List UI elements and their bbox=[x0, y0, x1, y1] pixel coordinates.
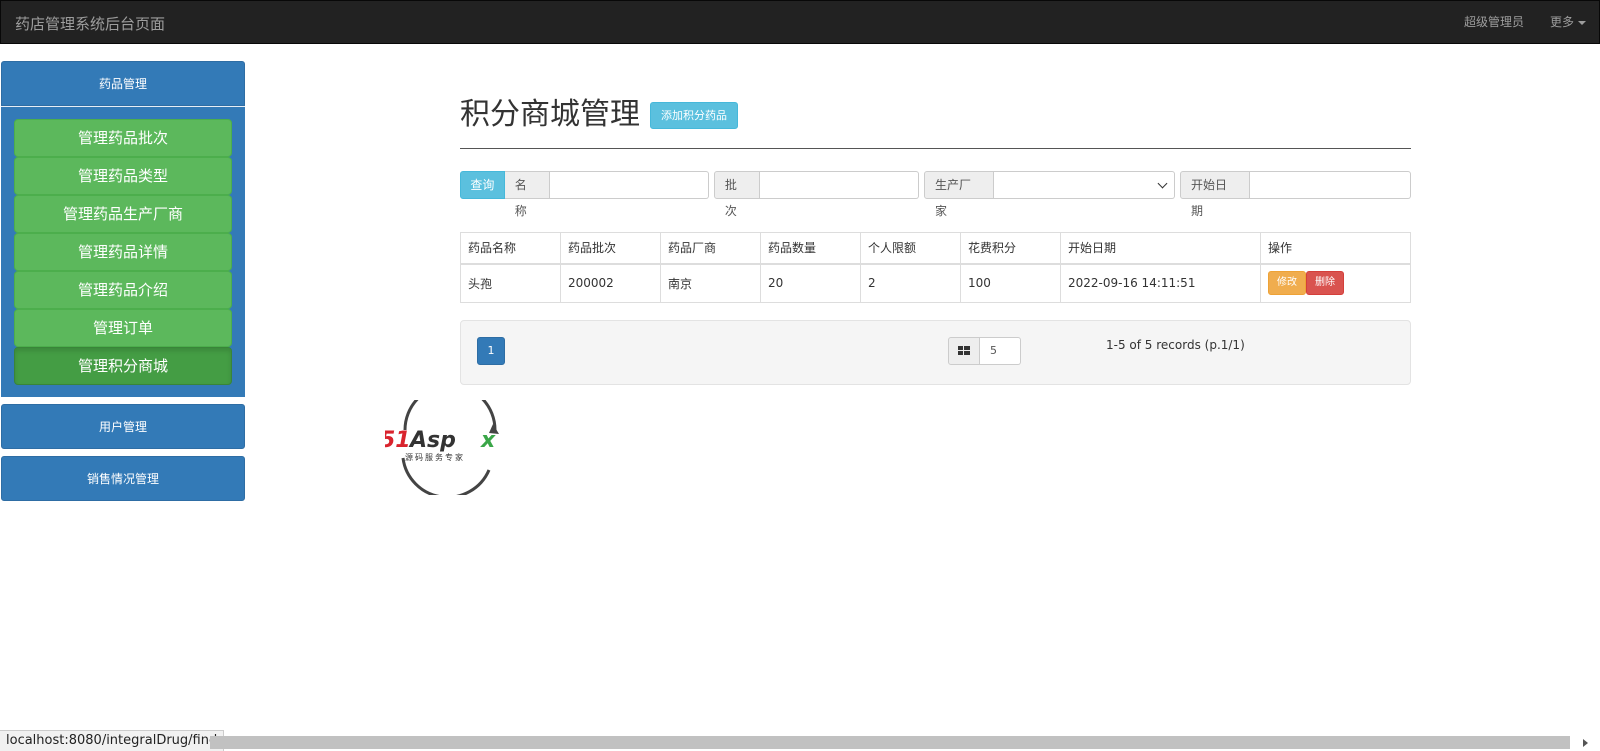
name-input[interactable] bbox=[549, 171, 709, 199]
col-drug-name: 药品名称 bbox=[460, 232, 561, 265]
caret-down-icon bbox=[1578, 20, 1586, 25]
svg-text:Asp: Asp bbox=[408, 428, 456, 453]
page-size-group: 5 bbox=[948, 337, 1021, 365]
user-management-header[interactable]: 用户管理 bbox=[1, 404, 245, 449]
app-brand[interactable]: 药店管理系统后台页面 bbox=[15, 13, 165, 34]
drug-management-panel: 药品管理 管理药品批次 管理药品类型 管理药品生产厂商 管理药品详情 管理药品介… bbox=[1, 61, 245, 397]
title-divider bbox=[460, 148, 1411, 149]
query-button[interactable]: 查询 bbox=[460, 171, 505, 199]
scroll-right-icon[interactable] bbox=[1583, 739, 1588, 747]
page-size-input[interactable]: 5 bbox=[980, 337, 1021, 365]
pagination-bar: 1 5 1-5 of 5 records (p.1/1) bbox=[460, 320, 1411, 385]
col-actions: 操作 bbox=[1260, 232, 1411, 265]
sidebar: 药品管理 管理药品批次 管理药品类型 管理药品生产厂商 管理药品详情 管理药品介… bbox=[1, 61, 245, 501]
navbar-right: 超级管理员 更多 bbox=[1451, 1, 1599, 43]
more-label: 更多 bbox=[1549, 15, 1574, 29]
add-points-drug-button[interactable]: 添加积分药品 bbox=[650, 102, 738, 129]
cell-drug-manufacturer: 南京 bbox=[660, 263, 761, 303]
page-1-button[interactable]: 1 bbox=[477, 337, 505, 365]
sidebar-item-drug-detail[interactable]: 管理药品详情 bbox=[14, 233, 232, 271]
manufacturer-label: 生产厂家 bbox=[924, 171, 994, 218]
sidebar-item-orders[interactable]: 管理订单 bbox=[14, 309, 232, 347]
svg-text:源码服务专家: 源码服务专家 bbox=[405, 452, 465, 462]
cell-personal-limit: 2 bbox=[860, 263, 961, 303]
sidebar-item-drug-type[interactable]: 管理药品类型 bbox=[14, 157, 232, 195]
table-header-row: 药品名称 药品批次 药品厂商 药品数量 个人限额 花费积分 开始日期 操作 bbox=[460, 232, 1411, 265]
start-date-label: 开始日期 bbox=[1179, 171, 1250, 218]
cell-actions: 修改 删除 bbox=[1260, 263, 1411, 303]
points-mall-table: 药品名称 药品批次 药品厂商 药品数量 个人限额 花费积分 开始日期 操作 头孢… bbox=[460, 232, 1411, 303]
sidebar-item-drug-batch[interactable]: 管理药品批次 bbox=[14, 119, 232, 157]
main-content: 积分商城管理 添加积分药品 查询 名称 批次 生产厂家 开始日期 药品名称 药品… bbox=[460, 70, 1411, 385]
cell-drug-quantity: 20 bbox=[760, 263, 861, 303]
horizontal-scrollbar[interactable] bbox=[210, 736, 1570, 749]
drug-management-header[interactable]: 药品管理 bbox=[1, 61, 245, 106]
svg-text:x: x bbox=[480, 428, 496, 453]
more-dropdown[interactable]: 更多 bbox=[1537, 1, 1599, 43]
svg-text:51: 51 bbox=[385, 428, 411, 453]
page-title: 积分商城管理 bbox=[460, 97, 640, 132]
drug-management-menu: 管理药品批次 管理药品类型 管理药品生产厂商 管理药品详情 管理药品介绍 管理订… bbox=[1, 106, 245, 397]
list-icon bbox=[948, 337, 980, 365]
admin-link[interactable]: 超级管理员 bbox=[1451, 1, 1537, 43]
col-drug-batch: 药品批次 bbox=[560, 232, 661, 265]
batch-input[interactable] bbox=[759, 171, 920, 199]
col-personal-limit: 个人限额 bbox=[860, 232, 961, 265]
name-label: 名称 bbox=[504, 171, 550, 218]
cell-drug-name: 头孢 bbox=[460, 263, 561, 303]
col-start-date: 开始日期 bbox=[1060, 232, 1261, 265]
manufacturer-select[interactable] bbox=[993, 171, 1175, 199]
delete-button[interactable]: 删除 bbox=[1306, 271, 1344, 296]
user-management-panel: 用户管理 bbox=[1, 404, 245, 449]
sidebar-item-drug-intro[interactable]: 管理药品介绍 bbox=[14, 271, 232, 309]
records-summary: 1-5 of 5 records (p.1/1) bbox=[1106, 338, 1245, 352]
search-form: 查询 名称 批次 生产厂家 开始日期 bbox=[460, 171, 1411, 218]
col-points-cost: 花费积分 bbox=[960, 232, 1061, 265]
batch-label: 批次 bbox=[713, 171, 760, 218]
sidebar-item-points-mall[interactable]: 管理积分商城 bbox=[14, 347, 232, 385]
status-bar-url: localhost:8080/integralDrug/find bbox=[0, 730, 225, 751]
top-navbar: 药店管理系统后台页面 超级管理员 更多 bbox=[0, 0, 1600, 44]
table-row: 头孢 200002 南京 20 2 100 2022-09-16 14:11:5… bbox=[460, 263, 1411, 303]
cell-drug-batch: 200002 bbox=[560, 263, 661, 303]
chevron-down-icon bbox=[1157, 178, 1168, 189]
edit-button[interactable]: 修改 bbox=[1268, 271, 1306, 296]
start-date-input[interactable] bbox=[1249, 171, 1411, 199]
sales-management-header[interactable]: 销售情况管理 bbox=[1, 456, 245, 501]
sales-management-panel: 销售情况管理 bbox=[1, 456, 245, 501]
sidebar-item-drug-manufacturer[interactable]: 管理药品生产厂商 bbox=[14, 195, 232, 233]
cell-points-cost: 100 bbox=[960, 263, 1061, 303]
watermark-logo-graphic: 51 Asp x 源码服务专家 bbox=[380, 383, 499, 499]
title-row: 积分商城管理 添加积分药品 bbox=[460, 70, 1411, 130]
col-drug-quantity: 药品数量 bbox=[760, 232, 861, 265]
watermark-logo: 51 Asp x 源码服务专家 bbox=[380, 383, 515, 499]
col-drug-manufacturer: 药品厂商 bbox=[660, 232, 761, 265]
cell-start-date: 2022-09-16 14:11:51 bbox=[1060, 263, 1261, 303]
